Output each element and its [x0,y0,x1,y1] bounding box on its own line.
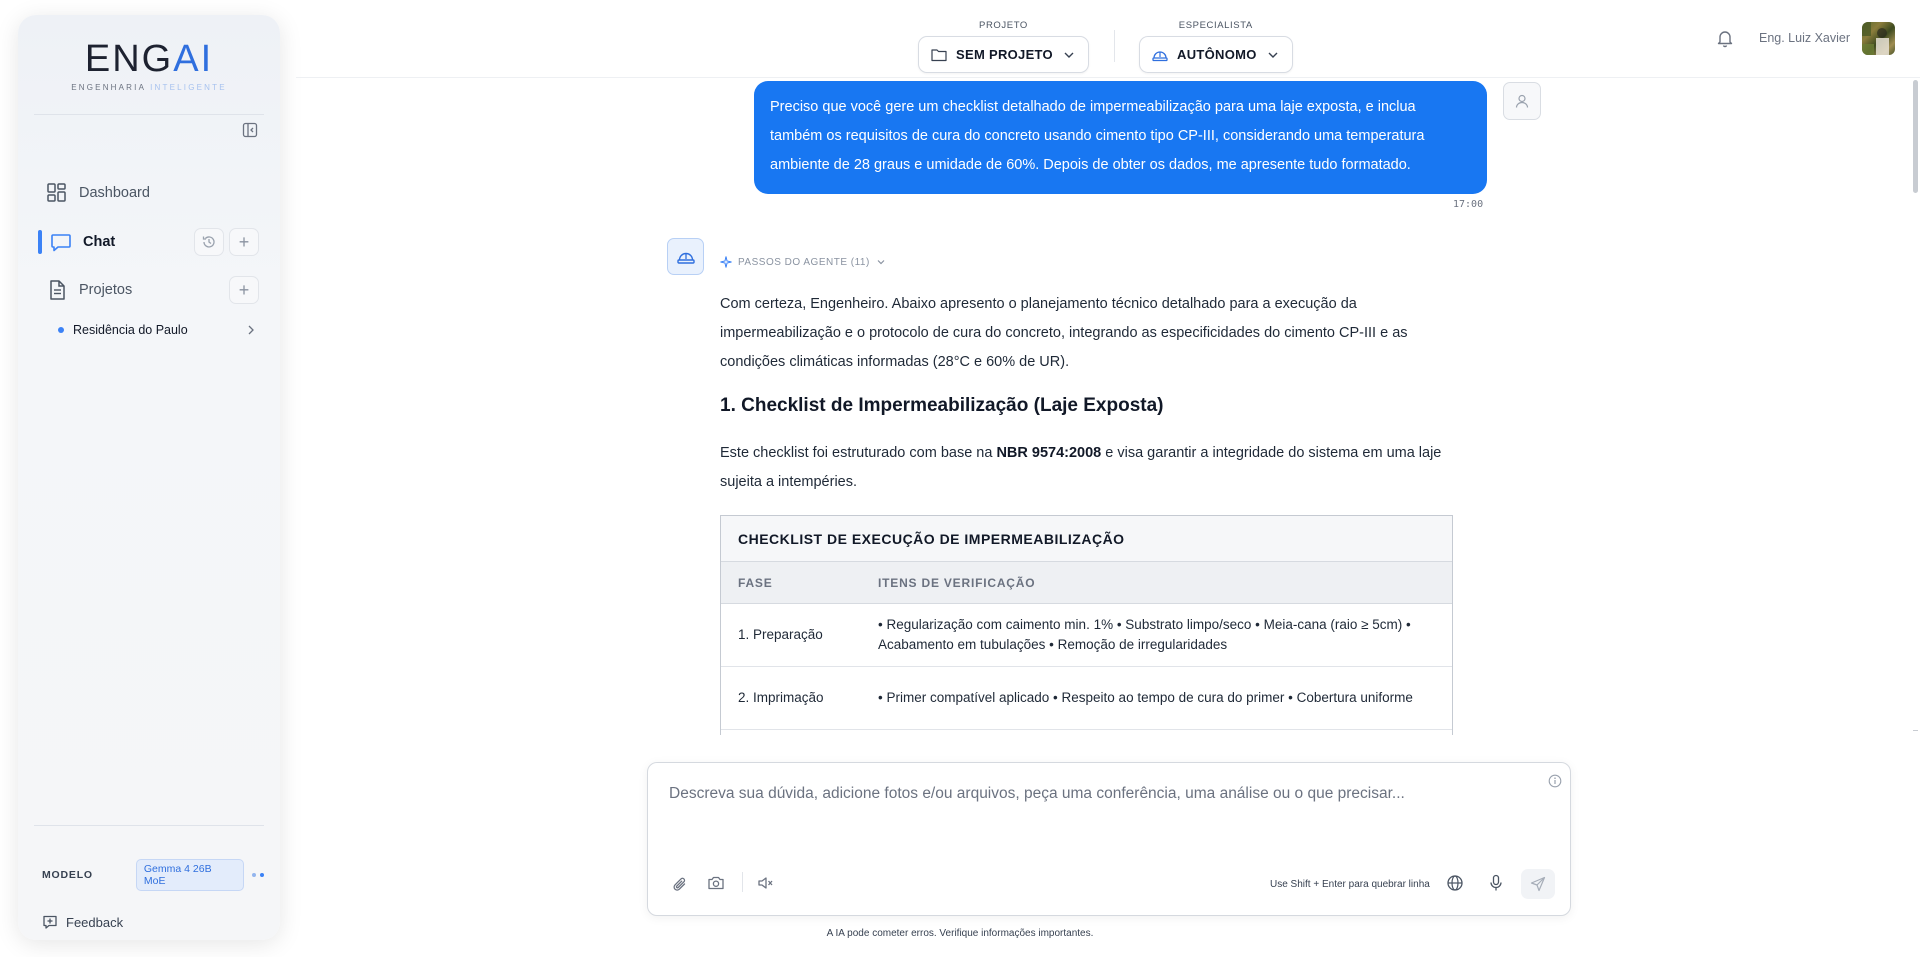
folder-icon [931,48,947,61]
logo-tagline: ENGENHARIA INTELIGENTE [71,83,227,92]
agent-avatar [667,238,704,275]
sidebar: ENGAI ENGENHARIA INTELIGENTE Dashboard C… [18,15,280,940]
chevron-down-icon [1268,52,1278,58]
sidebar-item-label: Chat [83,234,116,250]
scrollbar-thumb[interactable] [1913,80,1918,193]
chevron-down-icon [1064,52,1074,58]
answer-section-text: Este checklist foi estruturado com base … [720,445,1442,490]
table-row: 2. Imprimação • Primer compatível aplica… [721,667,1452,730]
chevron-down-icon [877,260,885,265]
project-dot [58,327,64,333]
user-name[interactable]: Eng. Luiz Xavier [1759,31,1850,45]
user-icon [1515,94,1529,108]
model-status-indicator [252,873,264,877]
logo-wordmark: ENGAI [84,38,214,80]
model-badge[interactable]: Gemma 4 26B MoE [135,859,244,891]
projeto-selector[interactable]: SEM PROJETO [918,36,1089,73]
sidebar-divider [34,825,264,826]
especialista-selector[interactable]: AUTÔNOMO [1139,36,1293,73]
paperclip-icon[interactable] [669,874,689,894]
especialista-caption: ESPECIALISTA [1178,20,1253,31]
user-message: Preciso que você gere um checklist detal… [754,81,1487,194]
chevron-right-icon [244,323,258,337]
composer-hint: Use Shift + Enter para quebrar linha [1270,879,1430,890]
new-chat-button[interactable]: + [229,228,259,256]
model-label: MODELO [42,869,93,881]
history-icon [202,236,215,248]
projeto-value: SEM PROJETO [956,47,1053,62]
sidebar-item-dashboard[interactable]: Dashboard [18,175,280,211]
table-cell: • Regularização com caimento min. 1% • S… [878,617,1411,652]
especialista-value: AUTÔNOMO [1177,47,1257,62]
agent-steps-toggle[interactable]: PASSOS DO AGENTE (11) [720,256,886,268]
hard-hat-icon [1152,50,1168,61]
table-header: FASE ITENS DE VERIFICAÇÃO [721,562,1452,604]
new-project-button[interactable]: + [229,276,259,304]
sidebar-collapse-icon[interactable] [242,122,258,138]
logo[interactable]: ENGAI ENGENHARIA INTELIGENTE [18,37,280,92]
checklist-table: CHECKLIST DE EXECUÇÃO DE IMPERMEABILIZAÇ… [720,515,1453,735]
project-item[interactable]: Residência do Paulo [58,317,258,343]
sparkle-icon [720,256,732,268]
table-cell: • Primer compatível aplicado • Respeito … [878,690,1413,705]
table-cell: 2. Imprimação [738,690,824,705]
agent-steps-label: PASSOS DO AGENTE (11) [738,256,870,268]
answer-section-title: 1. Checklist de Impermeabilização (Laje … [720,395,1164,416]
send-icon [1530,876,1546,892]
plus-icon: + [238,279,250,300]
message-input[interactable]: Descreva sua dúvida, adicione fotos e/ou… [669,785,1405,803]
scrollbar-track-mark [1913,730,1918,731]
info-icon[interactable] [1548,774,1562,788]
user-avatar [1503,82,1541,120]
camera-icon[interactable] [706,873,726,893]
header-divider [1114,30,1115,62]
table-header-cell: ITENS DE VERIFICAÇÃO [878,575,1036,590]
projeto-caption: PROJETO [979,20,1028,31]
chat-history-button[interactable] [194,228,224,256]
bell-icon[interactable] [1715,28,1735,48]
projeto-selector-group: PROJETO SEM PROJETO [918,20,1089,73]
table-cell: 1. Preparação [738,627,823,642]
table-header-cell: FASE [738,575,773,590]
model-selector[interactable]: MODELO Gemma 4 26B MoE [42,859,264,891]
dashboard-icon [46,182,68,204]
table-row: 1. Preparação • Regularização com caimen… [721,604,1452,667]
composer-divider [742,872,743,892]
plus-icon: + [238,231,250,252]
hard-hat-icon [676,252,695,264]
message-timestamp: 17:00 [1453,199,1484,210]
table-title: CHECKLIST DE EXECUÇÃO DE IMPERMEABILIZAÇ… [721,516,1452,562]
avatar[interactable] [1862,22,1895,55]
sidebar-divider [34,114,264,115]
sidebar-item-label: Projetos [79,282,133,298]
document-icon [46,279,68,301]
chat-icon [50,231,72,253]
project-item-label: Residência do Paulo [73,323,188,337]
send-button[interactable] [1521,869,1555,899]
speaker-muted-icon[interactable] [756,873,776,893]
norm-reference: NBR 9574:2008 [996,445,1102,461]
agent-answer-intro: Com certeza, Engenheiro. Abaixo apresent… [720,296,1408,370]
ai-disclaimer: A IA pode cometer erros. Verifique infor… [826,928,1094,939]
message-composer[interactable]: Descreva sua dúvida, adicione fotos e/ou… [647,762,1571,916]
active-indicator [38,230,42,254]
sidebar-item-label: Dashboard [79,185,150,201]
top-header: PROJETO SEM PROJETO ESPECIALISTA AUTÔNOM… [296,0,1920,78]
especialista-selector-group: ESPECIALISTA AUTÔNOMO [1139,20,1293,73]
globe-icon[interactable] [1445,873,1465,893]
microphone-icon[interactable] [1486,873,1506,893]
